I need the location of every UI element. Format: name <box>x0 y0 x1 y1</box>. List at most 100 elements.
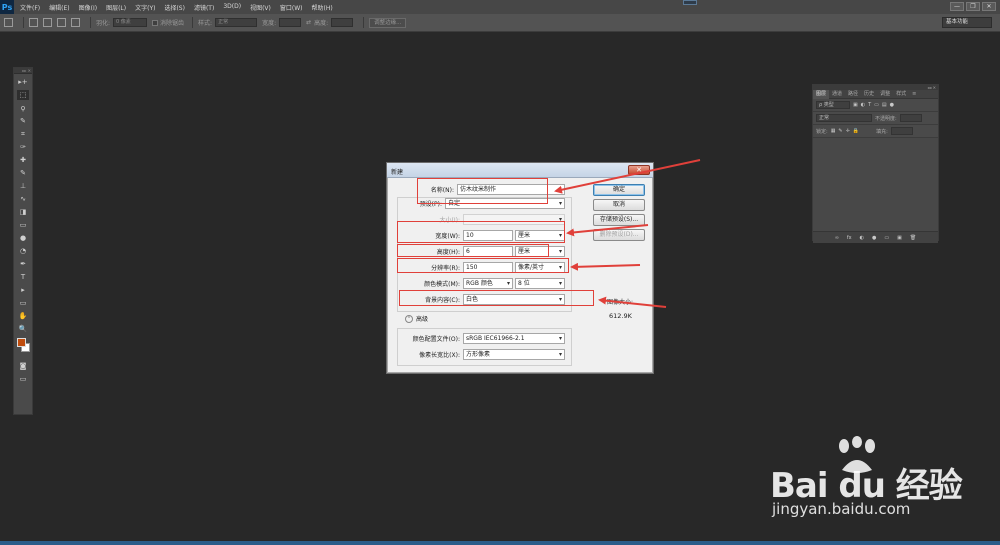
tab-styles[interactable]: 样式 <box>893 90 909 99</box>
lock-transparent-icon[interactable]: ▦ <box>831 128 836 134</box>
lasso-tool-icon[interactable]: ϙ <box>17 103 29 113</box>
dialog-title: 新建 <box>391 169 404 176</box>
new-selection-icon[interactable] <box>29 18 38 27</box>
close-button[interactable]: ✕ <box>982 2 996 11</box>
gradient-tool-icon[interactable]: ▭ <box>17 220 29 230</box>
color-profile-select[interactable]: sRGB IEC61966-2.1 <box>463 333 565 344</box>
menu-layer[interactable]: 图层(L) <box>106 3 126 12</box>
brush-tool-icon[interactable]: ✎ <box>17 168 29 178</box>
panel-menu-icon[interactable]: ≡ <box>909 90 919 99</box>
crop-tool-icon[interactable]: ⌗ <box>17 129 29 139</box>
save-preset-button[interactable]: 存储预设(S)... <box>593 214 645 226</box>
refine-edge-button[interactable]: 调整边缘... <box>369 17 407 28</box>
pixel-aspect-select[interactable]: 方形像素 <box>463 349 565 360</box>
filter-shape-icon[interactable]: ▭ <box>874 102 879 108</box>
menu-view[interactable]: 视图(V) <box>250 3 271 12</box>
lock-image-icon[interactable]: ✎ <box>838 128 842 134</box>
layer-mask-icon[interactable]: ● <box>872 235 876 241</box>
antialias-checkbox[interactable] <box>152 19 159 26</box>
kind-filter-select[interactable]: ρ 类型 <box>816 101 850 109</box>
height-input[interactable] <box>331 18 354 27</box>
new-layer-icon[interactable]: ▣ <box>897 235 902 241</box>
tab-history[interactable]: 历史 <box>861 90 877 99</box>
clone-stamp-tool-icon[interactable]: ⊥ <box>17 181 29 191</box>
filter-toggle-icon[interactable]: ● <box>890 102 894 108</box>
filter-type-icon[interactable]: T <box>868 102 871 108</box>
quick-selection-tool-icon[interactable]: ✎ <box>17 116 29 126</box>
feather-input[interactable]: 0 像素 <box>113 18 148 27</box>
menu-edit[interactable]: 编辑(E) <box>49 3 69 12</box>
link-layers-icon[interactable]: ∞ <box>835 235 839 241</box>
minimize-button[interactable]: — <box>950 2 964 11</box>
menu-file[interactable]: 文件(F) <box>20 3 40 12</box>
menu-help[interactable]: 帮助(H) <box>312 3 333 12</box>
window-controls: — ❐ ✕ <box>950 2 996 11</box>
lock-position-icon[interactable]: ✛ <box>846 128 850 134</box>
menu-select[interactable]: 选择(S) <box>164 3 185 12</box>
filter-pixel-icon[interactable]: ▣ <box>853 102 858 108</box>
swap-icon[interactable]: ⇄ <box>306 19 311 26</box>
style-select[interactable]: 正常 <box>215 18 258 27</box>
menu-image[interactable]: 图像(I) <box>79 3 97 12</box>
arrange-documents-button[interactable] <box>683 0 697 5</box>
layers-panel-tabs: 图层 通道 路径 历史 调整 样式 ≡ <box>813 89 938 99</box>
divider <box>23 17 24 28</box>
marquee-tool-preset-icon[interactable] <box>4 18 13 27</box>
subtract-selection-icon[interactable] <box>57 18 66 27</box>
opacity-input[interactable] <box>899 114 922 122</box>
pen-tool-icon[interactable]: ✒ <box>17 259 29 269</box>
width-input[interactable] <box>279 18 302 27</box>
tab-paths[interactable]: 路径 <box>845 90 861 99</box>
menu-3d[interactable]: 3D(D) <box>223 3 241 12</box>
layer-style-icon[interactable]: fx <box>847 235 852 241</box>
tab-layers[interactable]: 图层 <box>813 89 830 99</box>
adjustment-layer-icon[interactable]: ◐ <box>860 235 864 241</box>
zoom-tool-icon[interactable]: 🔍 <box>17 324 29 334</box>
blur-tool-icon[interactable]: ● <box>17 233 29 243</box>
tab-channels[interactable]: 通道 <box>829 90 845 99</box>
move-tool-icon[interactable]: ▸+ <box>17 77 29 87</box>
delete-preset-button[interactable]: 删除预设(D)... <box>593 229 645 241</box>
delete-layer-icon[interactable]: 🗑 <box>910 235 916 241</box>
tab-adjustments[interactable]: 调整 <box>877 90 893 99</box>
rectangle-tool-icon[interactable]: ▭ <box>17 298 29 308</box>
color-mode-row: 颜色模式(M): RGB 颜色 8 位 <box>401 278 565 289</box>
restore-button[interactable]: ❐ <box>966 2 980 11</box>
blend-mode-select[interactable]: 正常 <box>816 114 872 122</box>
type-tool-icon[interactable]: T <box>17 272 29 282</box>
layers-list[interactable] <box>813 138 938 231</box>
workspace-select[interactable]: 基本功能 <box>942 17 992 28</box>
bit-depth-select[interactable]: 8 位 <box>515 278 565 289</box>
ok-button[interactable]: 确定 <box>593 184 645 196</box>
dialog-titlebar[interactable]: 新建 ✕ <box>387 163 653 178</box>
lock-all-icon[interactable]: 🔒 <box>853 128 859 134</box>
screen-mode-icon[interactable]: ▭ <box>17 374 29 384</box>
add-selection-icon[interactable] <box>43 18 52 27</box>
intersect-selection-icon[interactable] <box>71 18 80 27</box>
advanced-toggle[interactable]: ⌃ 高级 <box>405 314 428 323</box>
fill-label: 填充: <box>876 128 888 135</box>
cancel-button[interactable]: 取消 <box>593 199 645 211</box>
style-label: 样式: <box>198 20 213 27</box>
rectangular-marquee-tool-icon[interactable]: ⬚ <box>17 90 29 100</box>
path-selection-tool-icon[interactable]: ▸ <box>17 285 29 295</box>
foreground-color-swatch[interactable] <box>17 338 26 347</box>
panel-grip[interactable]: ▸▸ ✕ <box>14 68 32 74</box>
healing-brush-tool-icon[interactable]: ✚ <box>17 155 29 165</box>
filter-smart-icon[interactable]: ▤ <box>882 102 887 108</box>
fill-input[interactable] <box>890 127 913 135</box>
menu-filter[interactable]: 滤镜(T) <box>194 3 214 12</box>
image-size-value: 612.9K <box>609 312 632 320</box>
dodge-tool-icon[interactable]: ◔ <box>17 246 29 256</box>
new-group-icon[interactable]: ▭ <box>884 235 889 241</box>
hand-tool-icon[interactable]: ✋ <box>17 311 29 321</box>
filter-adjust-icon[interactable]: ◐ <box>861 102 865 108</box>
quick-mask-icon[interactable]: ◙ <box>17 361 29 371</box>
color-mode-select[interactable]: RGB 颜色 <box>463 278 513 289</box>
dialog-close-button[interactable]: ✕ <box>628 165 650 175</box>
eraser-tool-icon[interactable]: ◨ <box>17 207 29 217</box>
menu-window[interactable]: 窗口(W) <box>280 3 303 12</box>
history-brush-tool-icon[interactable]: ∿ <box>17 194 29 204</box>
menu-type[interactable]: 文字(Y) <box>135 3 155 12</box>
eyedropper-tool-icon[interactable]: ✑ <box>17 142 29 152</box>
